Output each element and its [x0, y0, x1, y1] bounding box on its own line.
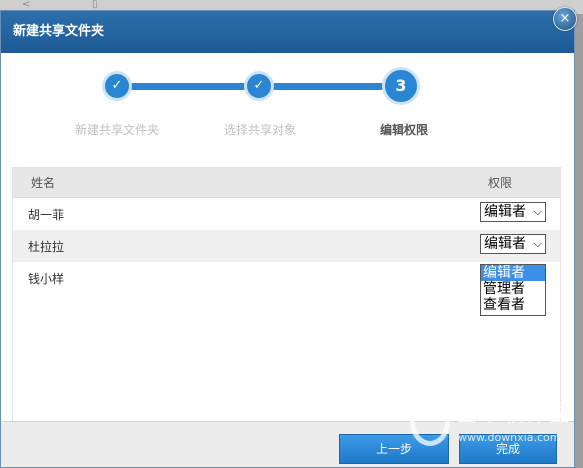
dialog-body: ✓ ✓ 3 新建共享文件夹 选择共享对象 编辑权限 姓名 权限 胡一菲 编辑者 …: [1, 53, 574, 463]
permissions-table: 姓名 权限 胡一菲 编辑者 ⌵ 杜拉拉 编辑者 ⌵ 钱小样 编辑者 管理者 查看…: [12, 167, 561, 463]
close-icon: ×: [559, 11, 571, 26]
chevron-down-icon: ⌵: [533, 237, 542, 250]
column-header-name: 姓名: [31, 176, 56, 190]
table-row: 胡一菲 编辑者 ⌵: [13, 198, 560, 230]
permission-value: 编辑者: [484, 204, 526, 220]
dialog-title-bar: 新建共享文件夹: [1, 11, 574, 53]
permission-select[interactable]: 编辑者 ⌵: [480, 202, 546, 222]
share-icon: <: [22, 0, 31, 10]
dropdown-option-admin[interactable]: 管理者: [481, 281, 545, 297]
wizard-steps: ✓ ✓ 3 新建共享文件夹 选择共享对象 编辑权限: [1, 53, 574, 153]
dropdown-option-editor[interactable]: 编辑者: [481, 265, 545, 281]
checkmark-icon: ✓: [253, 78, 265, 93]
dialog-footer: 上一步 完成: [1, 421, 574, 467]
wizard-step-2-label: 选择共享对象: [224, 123, 297, 137]
member-name: 钱小样: [28, 272, 65, 286]
permission-dropdown-list[interactable]: 编辑者 管理者 查看者: [480, 264, 546, 316]
wizard-step-3-marker: 3: [382, 67, 420, 105]
previous-step-button[interactable]: 上一步: [339, 434, 449, 464]
column-header-permission: 权限: [488, 176, 513, 190]
table-row: 杜拉拉 编辑者 ⌵: [13, 230, 560, 262]
table-header: 姓名 权限: [13, 168, 560, 198]
checkmark-icon: ✓: [111, 78, 123, 93]
permission-select[interactable]: 编辑者 ⌵: [480, 234, 546, 254]
member-name: 杜拉拉: [28, 240, 65, 254]
member-name: 胡一菲: [28, 208, 65, 222]
dropdown-option-viewer[interactable]: 查看者: [481, 297, 545, 313]
wizard-step-1-label: 新建共享文件夹: [75, 123, 160, 137]
permission-value: 编辑者: [484, 236, 526, 252]
step-number: 3: [395, 76, 407, 95]
close-button[interactable]: ×: [553, 7, 577, 31]
trash-icon: ▯: [92, 0, 98, 10]
finish-button[interactable]: 完成: [459, 434, 557, 464]
table-row: 钱小样: [13, 262, 560, 294]
new-shared-folder-dialog: 新建共享文件夹 × ✓ ✓ 3 新建共享文件夹 选择共享对象 编辑权限 姓名 权…: [0, 7, 577, 468]
wizard-step-1-marker: ✓: [102, 71, 132, 101]
wizard-step-3-label: 编辑权限: [380, 123, 429, 137]
wizard-step-2-marker: ✓: [244, 71, 274, 101]
chevron-down-icon: ⌵: [533, 205, 542, 218]
dialog-title: 新建共享文件夹: [13, 24, 105, 39]
